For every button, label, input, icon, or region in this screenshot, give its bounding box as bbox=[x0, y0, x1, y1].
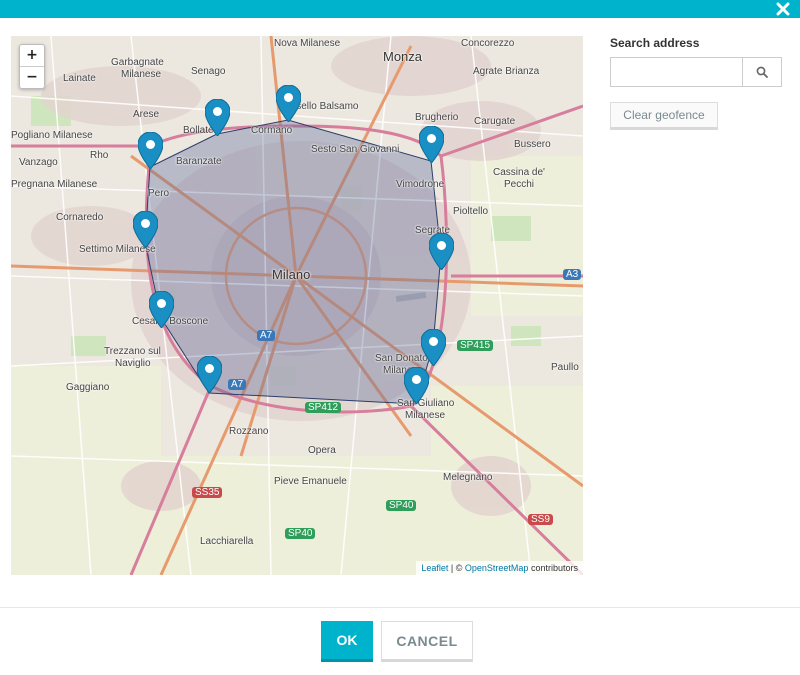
clear-geofence-button[interactable]: Clear geofence bbox=[610, 102, 718, 130]
search-button[interactable] bbox=[742, 58, 781, 86]
geofence-polygon bbox=[144, 119, 442, 405]
map-marker-icon[interactable] bbox=[429, 233, 454, 270]
close-icon[interactable] bbox=[776, 2, 790, 16]
map-view[interactable]: Nova Milanese Monza Concorezzo Garbagnat… bbox=[11, 36, 583, 575]
dialog-header-bar bbox=[0, 0, 800, 18]
leaflet-link[interactable]: Leaflet bbox=[421, 563, 448, 573]
map-marker-icon[interactable] bbox=[205, 99, 230, 136]
attribution-contributors: contributors bbox=[530, 563, 578, 573]
search-address-input[interactable] bbox=[611, 58, 743, 86]
map-marker-icon[interactable] bbox=[419, 126, 444, 163]
footer-divider bbox=[0, 607, 800, 608]
ok-button[interactable]: OK bbox=[321, 621, 373, 662]
search-address-label: Search address bbox=[610, 36, 700, 50]
search-icon bbox=[756, 66, 768, 78]
map-marker-icon[interactable] bbox=[276, 85, 301, 122]
map-attribution: Leaflet | © OpenStreetMap contributors bbox=[416, 561, 583, 575]
attribution-separator: | © bbox=[450, 563, 463, 573]
map-marker-icon[interactable] bbox=[197, 356, 222, 393]
zoom-out-button[interactable]: − bbox=[20, 66, 44, 88]
openstreetmap-link[interactable]: OpenStreetMap bbox=[465, 563, 529, 573]
map-marker-icon[interactable] bbox=[133, 211, 158, 248]
map-marker-icon[interactable] bbox=[404, 367, 429, 404]
zoom-control: + − bbox=[19, 44, 45, 89]
search-address-field bbox=[610, 57, 782, 87]
map-marker-icon[interactable] bbox=[149, 291, 174, 328]
map-marker-icon[interactable] bbox=[421, 329, 446, 366]
map-marker-icon[interactable] bbox=[138, 132, 163, 169]
cancel-button[interactable]: CANCEL bbox=[381, 621, 473, 662]
zoom-in-button[interactable]: + bbox=[20, 45, 44, 66]
